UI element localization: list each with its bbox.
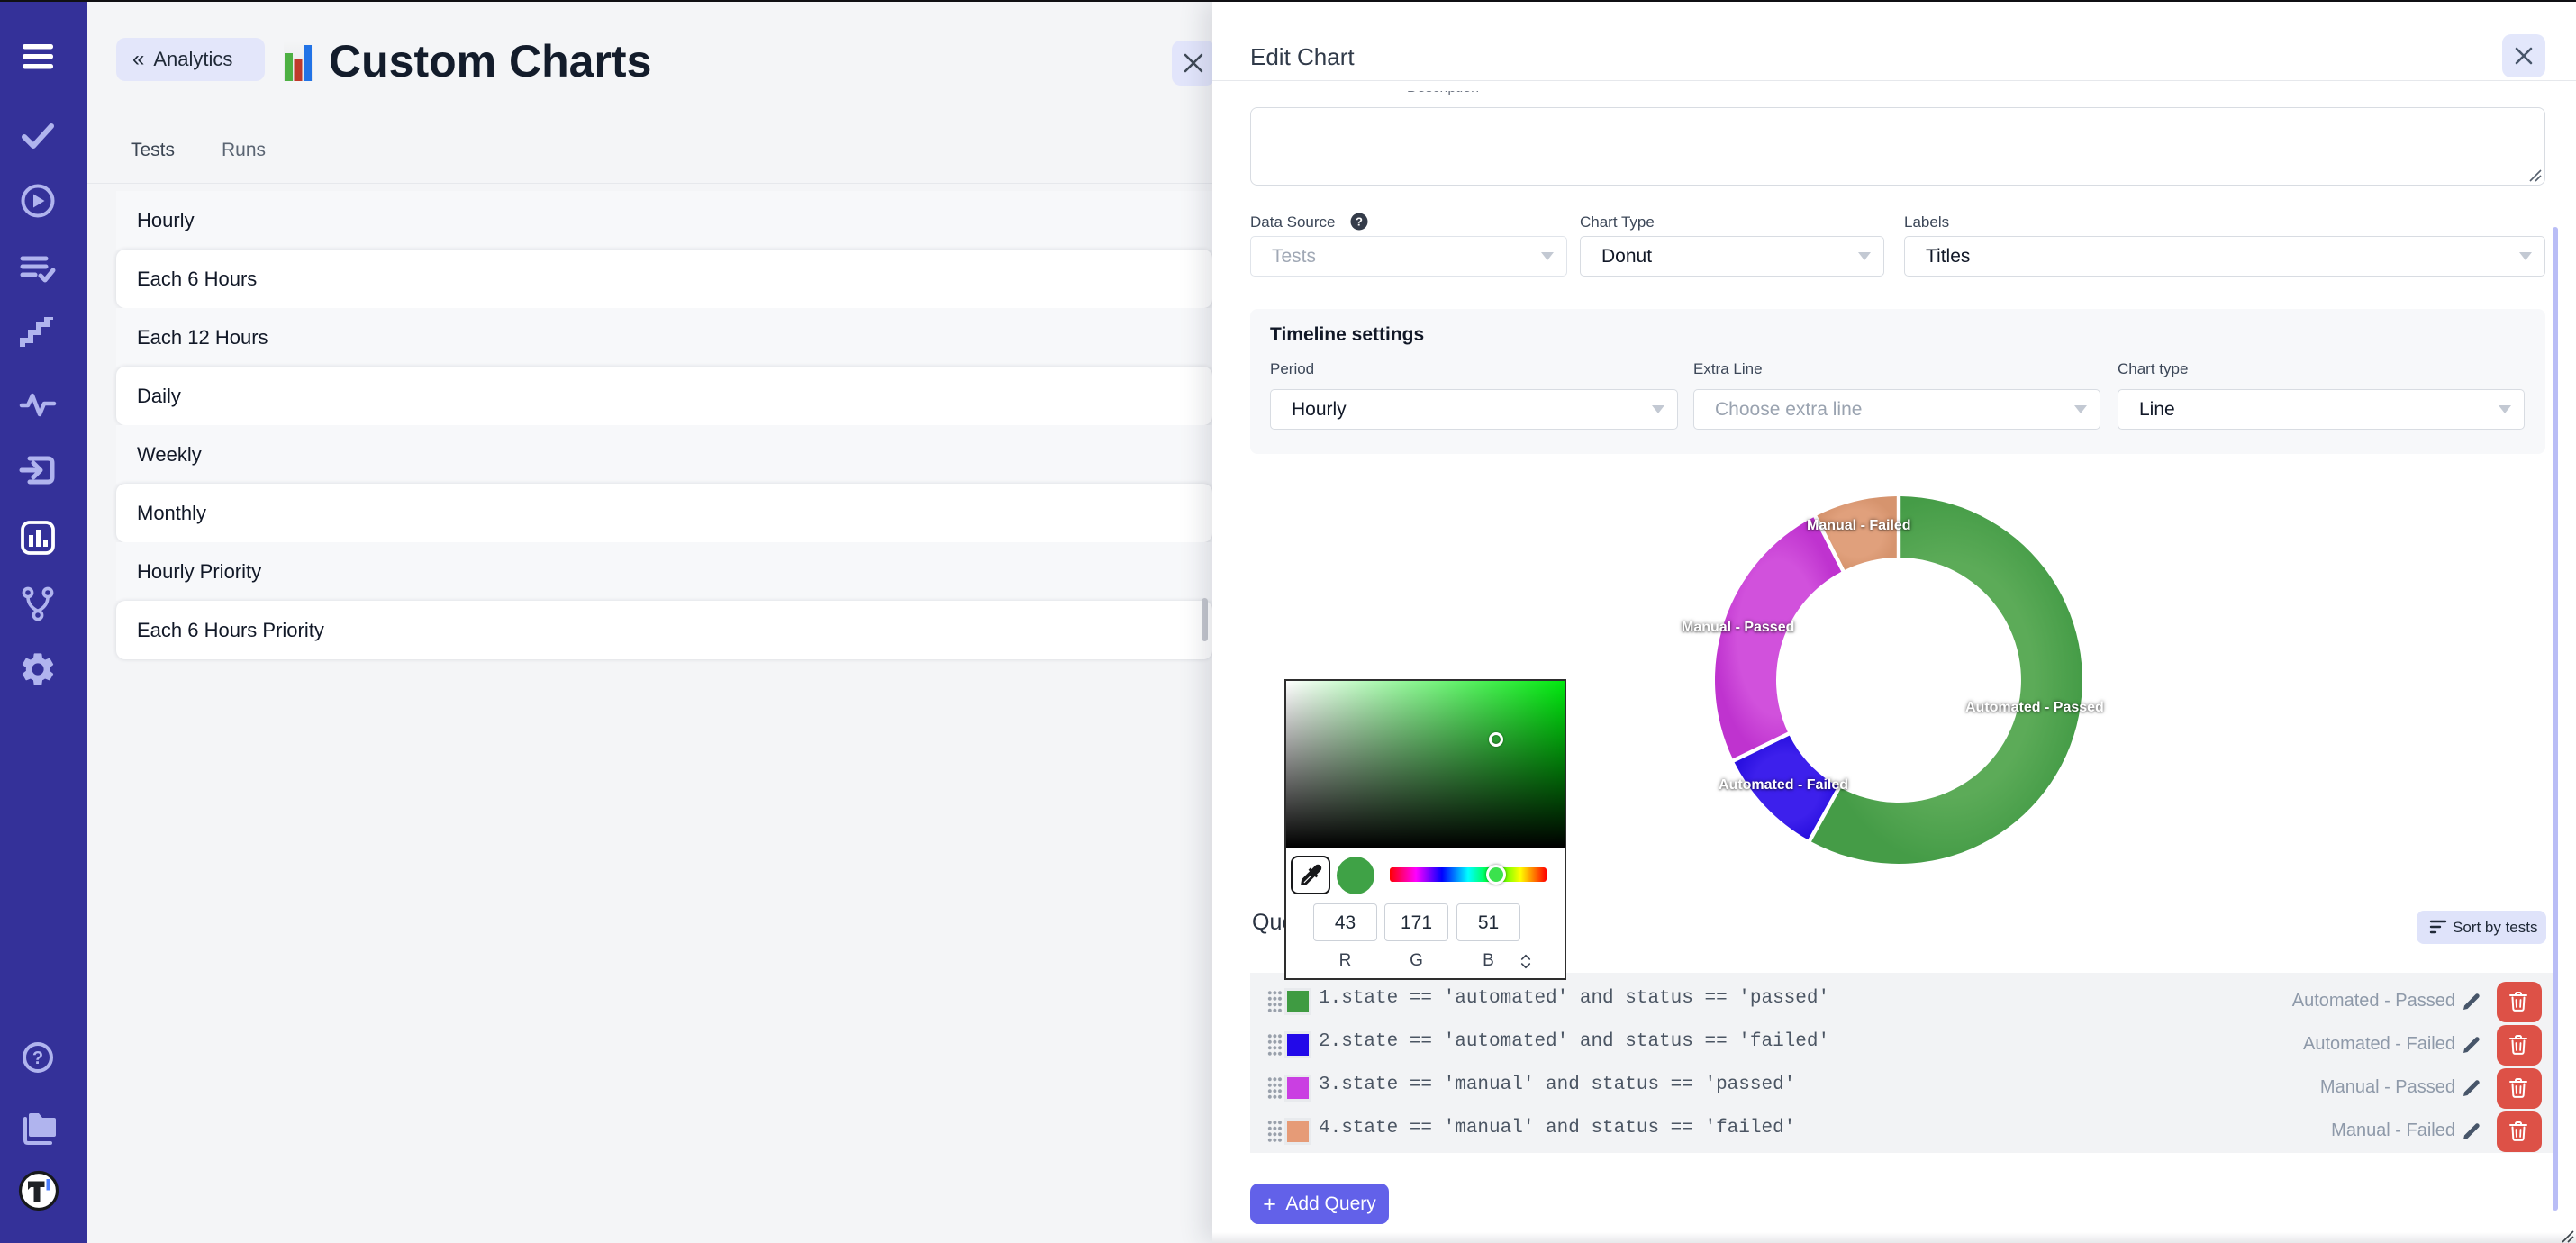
svg-text:?: ? xyxy=(1356,215,1363,229)
svg-text:?: ? xyxy=(32,1048,43,1068)
